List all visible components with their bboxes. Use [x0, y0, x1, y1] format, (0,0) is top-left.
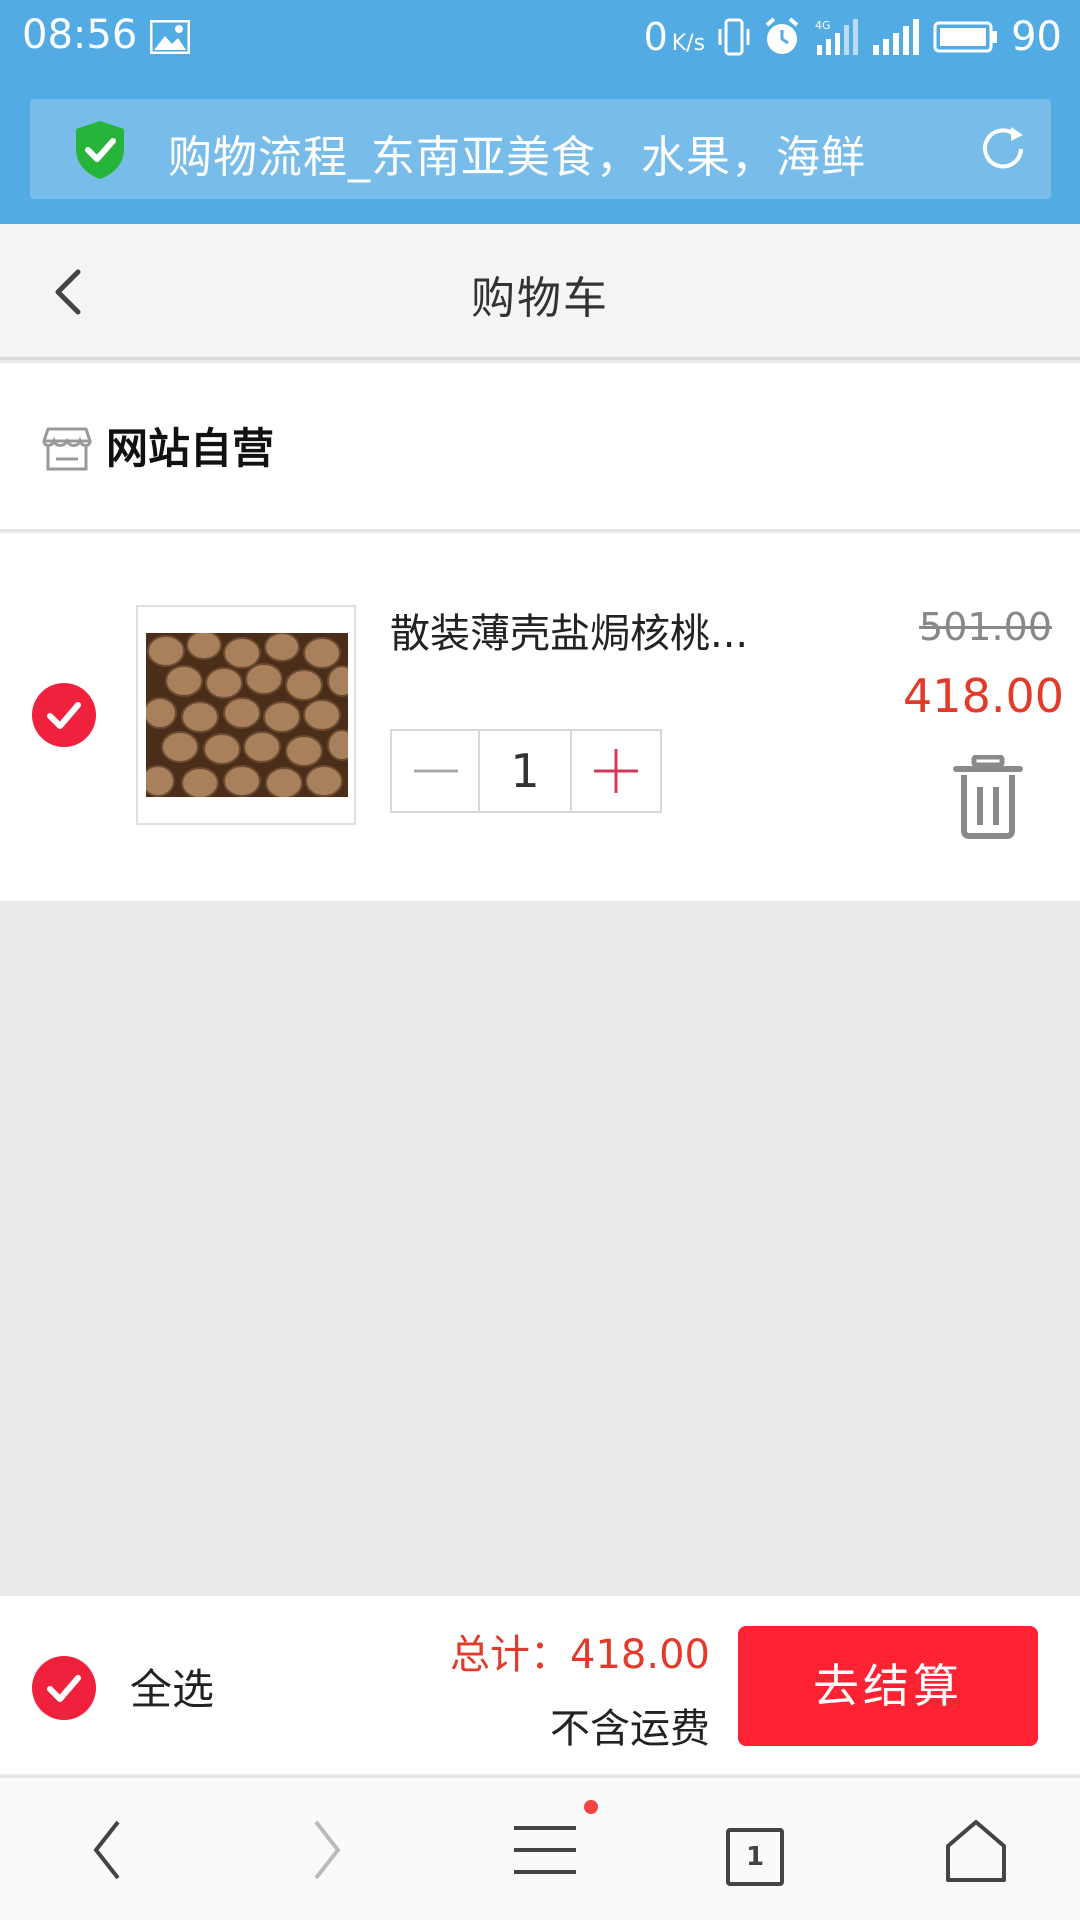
checkmark-icon: [47, 702, 81, 729]
battery-icon: [933, 21, 998, 53]
total-value: 418.00: [570, 1632, 710, 1678]
browser-top-bar: 08:56 0 K/s 4G 90 购物流程_东南亚美食，水果，海鲜: [0, 0, 1080, 224]
cart-item: 散装薄壳盐焗核桃... 1 501.00 418.00: [0, 533, 1080, 901]
page-title-url[interactable]: 购物流程_东南亚美食，水果，海鲜: [168, 121, 866, 185]
shield-check-icon: [76, 121, 124, 179]
minus-icon: [414, 769, 458, 773]
browser-back-button[interactable]: [48, 1778, 168, 1920]
notification-dot: [584, 1800, 598, 1814]
browser-nav-bar: 1: [0, 1776, 1080, 1920]
plus-icon: [594, 749, 638, 793]
refresh-icon[interactable]: [977, 123, 1029, 175]
product-name[interactable]: 散装薄壳盐焗核桃...: [390, 601, 748, 659]
page-header: 购物车: [0, 224, 1080, 360]
url-bar[interactable]: 购物流程_东南亚美食，水果，海鲜: [30, 99, 1051, 199]
status-right-icons: 0 K/s 4G 90: [632, 12, 1062, 62]
checkout-button[interactable]: 去结算: [738, 1626, 1038, 1746]
signal-icon: [873, 19, 920, 55]
quantity-stepper: 1: [390, 729, 662, 813]
menu-icon: [514, 1826, 576, 1874]
store-section: 网站自营: [0, 363, 1080, 531]
shipping-note: 不含运费: [550, 1706, 710, 1752]
original-price: 501.00: [919, 605, 1052, 649]
checkout-bar: 全选 总计：418.00 不含运费 去结算: [0, 1596, 1080, 1774]
status-bar: 08:56 0 K/s 4G 90: [0, 0, 1080, 76]
select-all-label[interactable]: 全选: [130, 1656, 214, 1717]
item-select-checkbox[interactable]: [32, 683, 96, 747]
tabs-button[interactable]: 1: [726, 1828, 784, 1886]
quantity-input[interactable]: 1: [480, 731, 572, 811]
product-image[interactable]: [136, 605, 356, 825]
browser-forward-button[interactable]: [266, 1778, 386, 1920]
browser-home-button[interactable]: [914, 1778, 1034, 1920]
total-price: 总计：418.00: [450, 1622, 710, 1680]
trash-icon[interactable]: [952, 755, 1024, 839]
page-title: 购物车: [471, 273, 609, 324]
sale-price: 418.00: [903, 669, 1064, 723]
battery-level: 90: [1011, 14, 1062, 60]
total-label: 总计：: [450, 1632, 571, 1678]
home-icon: [946, 1820, 1006, 1882]
4g-signal-icon: 4G: [815, 19, 859, 55]
decrease-quantity-button[interactable]: [392, 731, 480, 811]
store-name: 网站自营: [106, 424, 275, 473]
svg-text:4G: 4G: [815, 19, 831, 32]
browser-menu-button[interactable]: [480, 1778, 600, 1920]
store-icon: [42, 427, 92, 471]
forward-icon: [314, 1820, 341, 1880]
alarm-icon: [765, 17, 799, 54]
select-all-checkbox[interactable]: [32, 1656, 96, 1720]
increase-quantity-button[interactable]: [572, 731, 660, 811]
walnut-photo: [146, 633, 348, 797]
checkmark-icon: [47, 1675, 81, 1702]
gallery-icon: [150, 20, 190, 54]
vibrate-icon: [718, 18, 750, 56]
status-time: 08:56: [22, 12, 138, 58]
network-speed: 0 K/s: [643, 15, 706, 59]
back-icon: [93, 1820, 120, 1880]
